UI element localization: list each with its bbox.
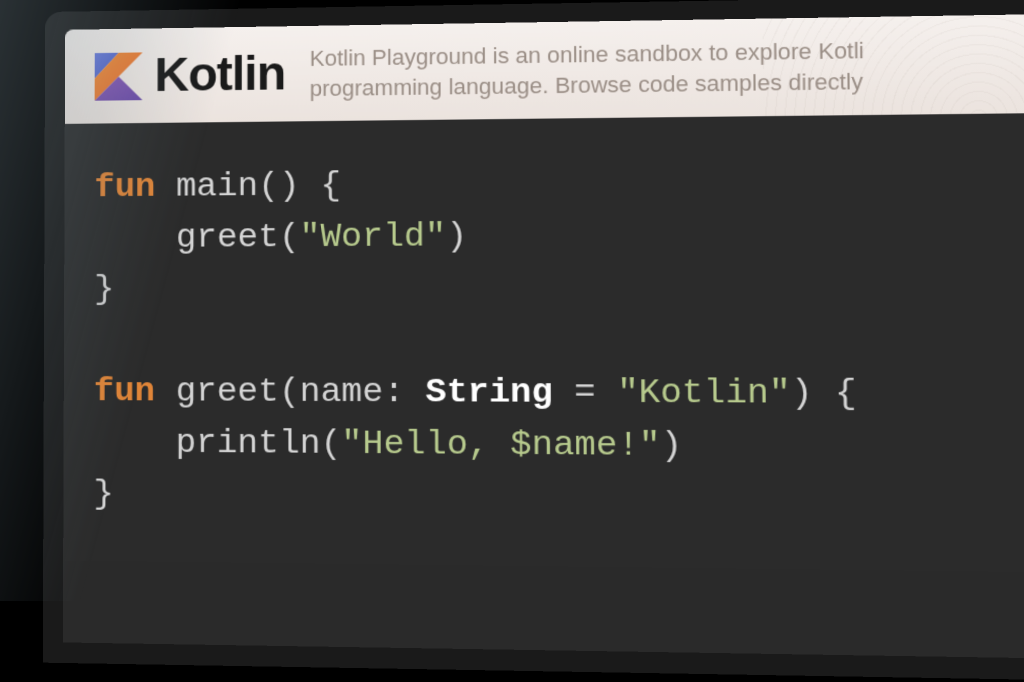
brace-open: { — [812, 375, 856, 415]
paren-close: ) — [791, 375, 813, 415]
call-println: println — [175, 425, 320, 464]
brand-name: Kotlin — [154, 46, 285, 103]
brand-logo-group: Kotlin — [95, 46, 286, 103]
string-template: $name — [510, 427, 617, 467]
playground-header: Kotlin Kotlin Playground is an online sa… — [65, 13, 1024, 124]
equals: = — [553, 374, 618, 413]
keyword-fun: fun — [94, 373, 155, 411]
code-editor[interactable]: fun main() { greet("World") } fun greet(… — [63, 113, 1024, 574]
paren-open: ( — [321, 426, 342, 465]
function-name-greet: greet — [176, 374, 279, 413]
colon: : — [383, 374, 425, 413]
tagline-line1: Kotlin Playground is an online sandbox t… — [310, 38, 865, 71]
type-string: String — [425, 374, 553, 413]
indent — [94, 220, 176, 258]
parens: () — [258, 168, 299, 207]
call-greet: greet — [176, 219, 279, 258]
paren-open: ( — [279, 374, 300, 413]
kotlin-logo-icon — [95, 52, 143, 100]
string-default: "Kotlin" — [617, 375, 791, 415]
tagline-line2: programming language. Browse code sample… — [310, 68, 864, 101]
param-name: name — [300, 374, 384, 413]
function-name: main — [176, 168, 258, 207]
paren-close: ) — [446, 218, 467, 257]
indent — [93, 425, 175, 464]
brace-open: { — [320, 168, 341, 206]
paren-open: ( — [279, 219, 300, 257]
brace-close: } — [94, 271, 114, 309]
screen: Kotlin Kotlin Playground is an online sa… — [63, 13, 1024, 659]
string-hello-post: !" — [617, 427, 660, 467]
string-hello-pre: "Hello, — [341, 426, 510, 466]
brace-close: } — [93, 476, 114, 514]
string-world: "World" — [300, 218, 447, 257]
playground-tagline: Kotlin Playground is an online sandbox t… — [310, 32, 1024, 103]
paren-close: ) — [660, 427, 682, 466]
keyword-fun: fun — [94, 169, 155, 207]
